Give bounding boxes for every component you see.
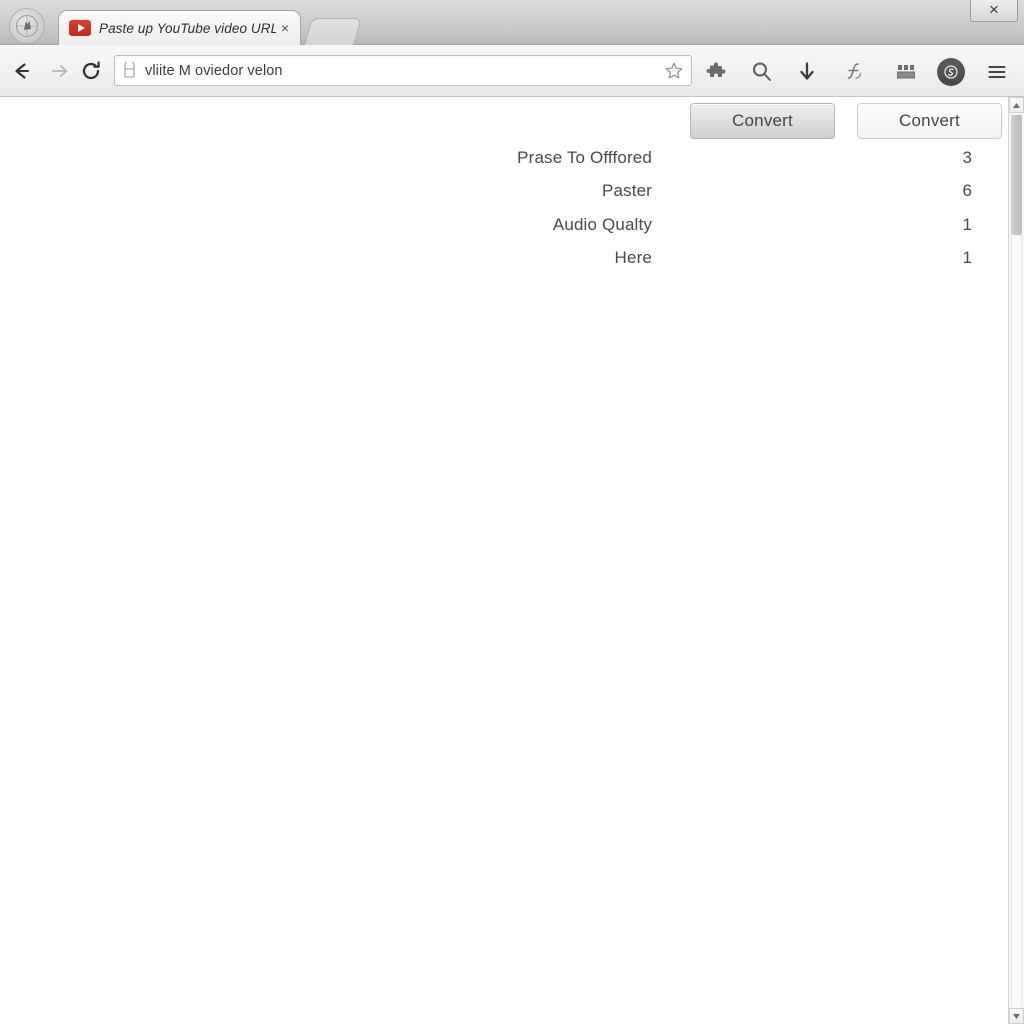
- convert-button-primary[interactable]: Convert: [690, 103, 835, 139]
- bookmark-star-icon[interactable]: [663, 60, 685, 82]
- window-close-button[interactable]: ×: [970, 0, 1018, 22]
- browser-window: Paste up YouTube video URL × × vliite M …: [0, 0, 1024, 1024]
- extensions-icon[interactable]: [702, 57, 732, 87]
- list-item: Prase To Offfored 3: [0, 141, 1008, 175]
- window-emblem-icon: [9, 8, 45, 44]
- row-value: 1: [962, 214, 972, 234]
- forward-button: [44, 56, 74, 86]
- browser-tab[interactable]: Paste up YouTube video URL ×: [58, 10, 301, 45]
- scroll-up-icon[interactable]: [1009, 97, 1024, 113]
- youtube-favicon: [69, 20, 91, 36]
- address-bar[interactable]: vliite M oviedor velon: [114, 55, 692, 86]
- convert-button-row: Convert Convert: [0, 103, 1008, 141]
- reload-button[interactable]: [76, 56, 106, 86]
- row-value: 3: [962, 147, 972, 167]
- page-viewport: Convert Convert Prase To Offfored 3 Past…: [0, 97, 1008, 1024]
- address-bar-input[interactable]: vliite M oviedor velon: [145, 63, 663, 79]
- apps-grid-icon[interactable]: [891, 57, 921, 87]
- lock-icon: [124, 62, 135, 78]
- list-item: Audio Qualty 1: [0, 208, 1008, 242]
- tab-close-icon[interactable]: ×: [276, 19, 294, 37]
- new-tab-button[interactable]: [304, 18, 362, 45]
- avatar: [937, 58, 965, 86]
- profile-avatar-icon[interactable]: [936, 57, 966, 87]
- scrollbar-track[interactable]: [1011, 237, 1022, 1006]
- convert-button-secondary[interactable]: Convert: [857, 103, 1002, 139]
- row-value: 1: [962, 248, 972, 268]
- row-value: 6: [962, 181, 972, 201]
- scroll-down-icon[interactable]: [1009, 1008, 1024, 1024]
- download-icon[interactable]: [792, 57, 822, 87]
- script-icon[interactable]: [840, 57, 870, 87]
- search-icon[interactable]: [747, 57, 777, 87]
- forward-arrow-icon: [51, 65, 68, 77]
- vertical-scrollbar[interactable]: [1008, 97, 1024, 1024]
- tab-title: Paste up YouTube video URL: [99, 20, 276, 36]
- row-label: Prase To Offfored: [517, 147, 652, 167]
- list-item: Here 1: [0, 242, 1008, 276]
- browser-toolbar: vliite M oviedor velon: [0, 45, 1024, 97]
- row-label: Audio Qualty: [552, 214, 652, 234]
- list-item: Paster 6: [0, 175, 1008, 209]
- scrollbar-thumb[interactable]: [1011, 115, 1022, 235]
- back-arrow-icon: [15, 63, 30, 79]
- back-button[interactable]: [6, 56, 36, 86]
- info-rows: Prase To Offfored 3 Paster 6 Audio Qualt…: [0, 141, 1008, 275]
- hamburger-menu-icon[interactable]: [982, 57, 1012, 87]
- reload-icon: [82, 61, 100, 80]
- row-label: Here: [614, 248, 652, 268]
- tab-strip: Paste up YouTube video URL × ×: [0, 0, 1024, 45]
- row-label: Paster: [601, 181, 652, 201]
